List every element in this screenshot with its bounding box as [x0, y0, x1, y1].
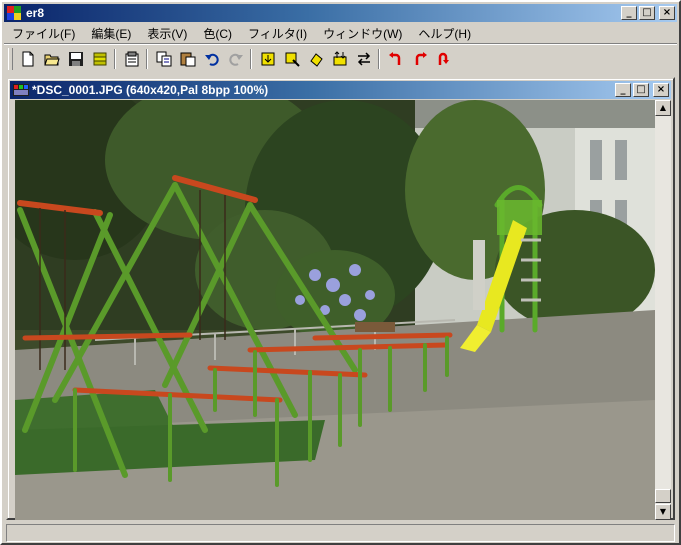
scroll-down-button[interactable]: ▼ [655, 504, 671, 520]
paste-icon[interactable] [178, 49, 198, 69]
save-icon[interactable] [66, 49, 86, 69]
minimize-button[interactable]: _ [621, 6, 637, 20]
toolbar-separator [250, 49, 252, 69]
status-bar [6, 524, 675, 542]
app-window: er8 _ □ × ファイル(F) 編集(E) 表示(V) 色(C) フィルタ(… [0, 0, 681, 545]
image-document-icon [13, 84, 29, 96]
menu-window[interactable]: ウィンドウ(W) [315, 23, 410, 41]
menu-file[interactable]: ファイル(F) [4, 23, 83, 41]
toolbar-separator [378, 49, 380, 69]
redo-icon[interactable] [226, 49, 246, 69]
app-title: er8 [26, 6, 45, 20]
image-canvas[interactable] [15, 100, 655, 520]
crop-icon[interactable] [282, 49, 302, 69]
new-file-icon[interactable] [18, 49, 38, 69]
rotate-left-icon[interactable] [386, 49, 406, 69]
flip-horizontal-icon[interactable] [354, 49, 374, 69]
document-title: *DSC_0001.JPG (640x420,Pal 8bpp 100%) [32, 83, 269, 97]
app-icon [7, 6, 21, 20]
menu-bar: ファイル(F) 編集(E) 表示(V) 色(C) フィルタ(I) ウィンドウ(W… [4, 23, 677, 41]
menu-help[interactable]: ヘルプ(H) [410, 23, 479, 41]
toolbar-separator [114, 49, 116, 69]
close-button[interactable]: × [659, 6, 675, 20]
vertical-scrollbar[interactable]: ▲ ▼ [655, 100, 671, 520]
doc-maximize-button[interactable]: □ [633, 83, 649, 97]
toolbar [4, 43, 677, 74]
scroll-up-button[interactable]: ▲ [655, 100, 671, 116]
toolbar-separator [146, 49, 148, 69]
menu-color[interactable]: 色(C) [195, 23, 240, 41]
scroll-thumb[interactable] [655, 489, 671, 503]
toolbar-grip[interactable] [8, 48, 13, 70]
document-title-bar[interactable]: *DSC_0001.JPG (640x420,Pal 8bpp 100%) _ … [10, 81, 671, 99]
save-all-icon[interactable] [90, 49, 110, 69]
undo-icon[interactable] [202, 49, 222, 69]
menu-filter[interactable]: フィルタ(I) [240, 23, 315, 41]
open-folder-icon[interactable] [42, 49, 62, 69]
doc-minimize-button[interactable]: _ [615, 83, 631, 97]
doc-close-button[interactable]: × [653, 83, 669, 97]
app-title-bar[interactable]: er8 _ □ × [4, 4, 677, 22]
copy-icon[interactable] [154, 49, 174, 69]
menu-edit[interactable]: 編集(E) [83, 23, 139, 41]
resize-icon[interactable] [258, 49, 278, 69]
properties-icon[interactable] [122, 49, 142, 69]
menu-view[interactable]: 表示(V) [139, 23, 195, 41]
playground-photo [15, 100, 655, 520]
maximize-button[interactable]: □ [639, 6, 655, 20]
rotate-icon[interactable] [306, 49, 326, 69]
flip-vertical-icon[interactable] [330, 49, 350, 69]
rotate-180-icon[interactable] [434, 49, 454, 69]
document-window: *DSC_0001.JPG (640x420,Pal 8bpp 100%) _ … [6, 77, 675, 520]
rotate-right-icon[interactable] [410, 49, 430, 69]
